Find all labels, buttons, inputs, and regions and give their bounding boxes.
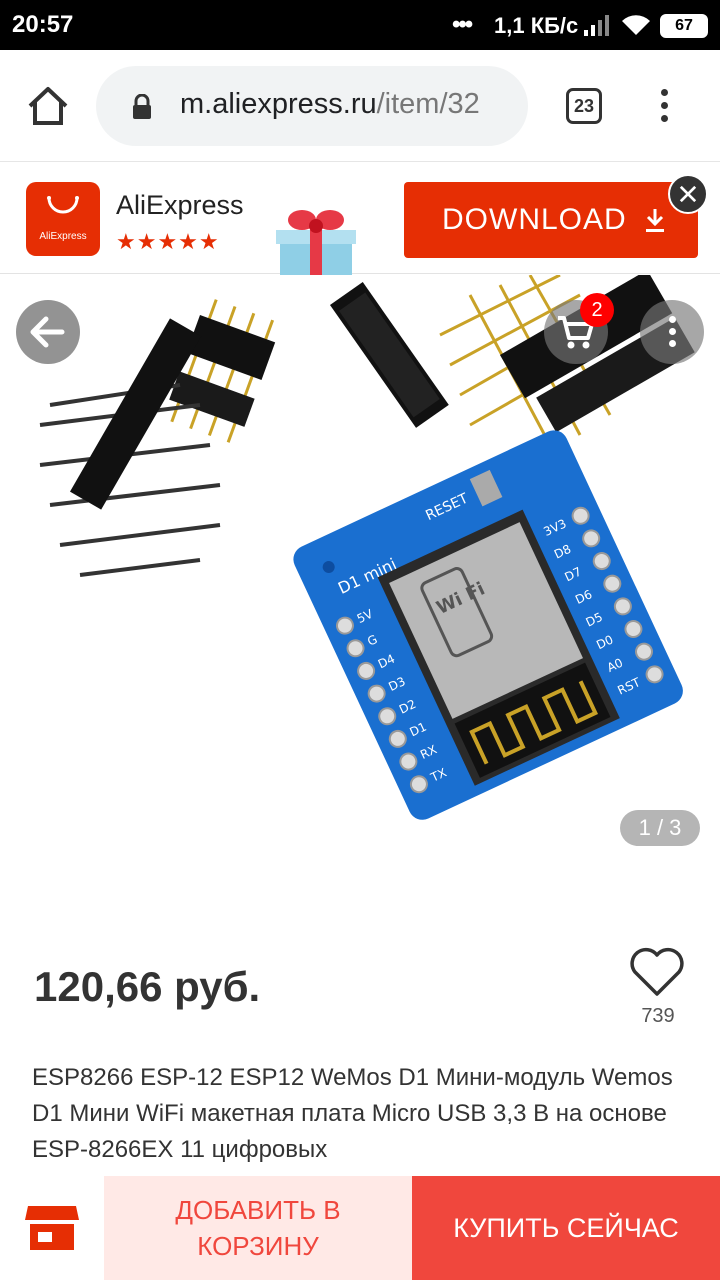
signal-icon	[584, 15, 609, 36]
logo-text: AliExpress	[39, 231, 87, 242]
url-text: m.aliexpress.ru/item/32	[180, 88, 480, 121]
status-bar: 20:57 ••• 1,1 КБ/с 67	[0, 0, 720, 50]
address-bar[interactable]: m.aliexpress.ru/item/32	[96, 66, 528, 146]
aliexpress-logo: AliExpress	[26, 182, 100, 256]
product-title: ESP8266 ESP-12 ESP12 WeMos D1 Мини-модул…	[32, 1064, 673, 1163]
app-name: AliExpress	[116, 190, 244, 220]
download-icon	[646, 209, 664, 232]
more-options-icon[interactable]	[640, 300, 704, 364]
url-domain: m.aliexpress.ru	[180, 88, 377, 120]
status-time: 20:57	[12, 11, 74, 38]
image-page-indicator: 1 / 3	[620, 810, 700, 846]
home-icon[interactable]	[26, 84, 70, 128]
product-gallery[interactable]: Wi Fi RESET D1 mini 5V G D4 D3 D2 D1 RX TX 3V3 D…	[0, 275, 720, 915]
store-button[interactable]	[0, 1176, 104, 1280]
bottom-action-bar: ДОБАВИТЬ В КОРЗИНУ КУПИТЬ СЕЙЧАС	[0, 1176, 720, 1280]
browser-menu-icon[interactable]	[650, 86, 678, 128]
wishlist-count: 739	[641, 1005, 675, 1027]
store-icon	[25, 1206, 79, 1250]
url-path: /item/32	[376, 88, 480, 120]
network-speed: 1,1 КБ/с	[494, 13, 579, 38]
product-image: Wi Fi RESET D1 mini 5VGD4D3D2D1RXTX 3V3D…	[39, 275, 695, 820]
add-to-cart-button[interactable]: ДОБАВИТЬ В КОРЗИНУ	[104, 1176, 412, 1280]
cart-count-badge: 2	[580, 293, 614, 327]
notification-dots: •••	[452, 11, 473, 38]
product-price: 120,66 руб.	[34, 963, 261, 1010]
app-download-banner: AliExpress AliExpress ★★★★★ DOWNLOAD	[0, 162, 720, 276]
add-to-cart-line2: КОРЗИНУ	[197, 1231, 319, 1261]
tab-switcher-button[interactable]: 23	[566, 88, 602, 124]
lock-icon	[133, 94, 151, 119]
wifi-icon	[622, 15, 650, 35]
download-label: DOWNLOAD	[442, 203, 627, 236]
gift-icon	[276, 210, 356, 276]
add-to-cart-line1: ДОБАВИТЬ В	[175, 1195, 341, 1225]
app-rating-stars: ★★★★★	[116, 229, 220, 254]
close-banner-icon[interactable]	[668, 174, 708, 214]
back-arrow-icon[interactable]	[16, 300, 80, 364]
buy-now-button[interactable]: КУПИТЬ СЕЙЧАС	[412, 1176, 720, 1280]
browser-toolbar: m.aliexpress.ru/item/32 23	[0, 50, 720, 162]
battery-icon: 67	[660, 14, 708, 38]
download-app-button[interactable]: DOWNLOAD	[404, 182, 698, 258]
heart-icon[interactable]	[628, 946, 686, 998]
